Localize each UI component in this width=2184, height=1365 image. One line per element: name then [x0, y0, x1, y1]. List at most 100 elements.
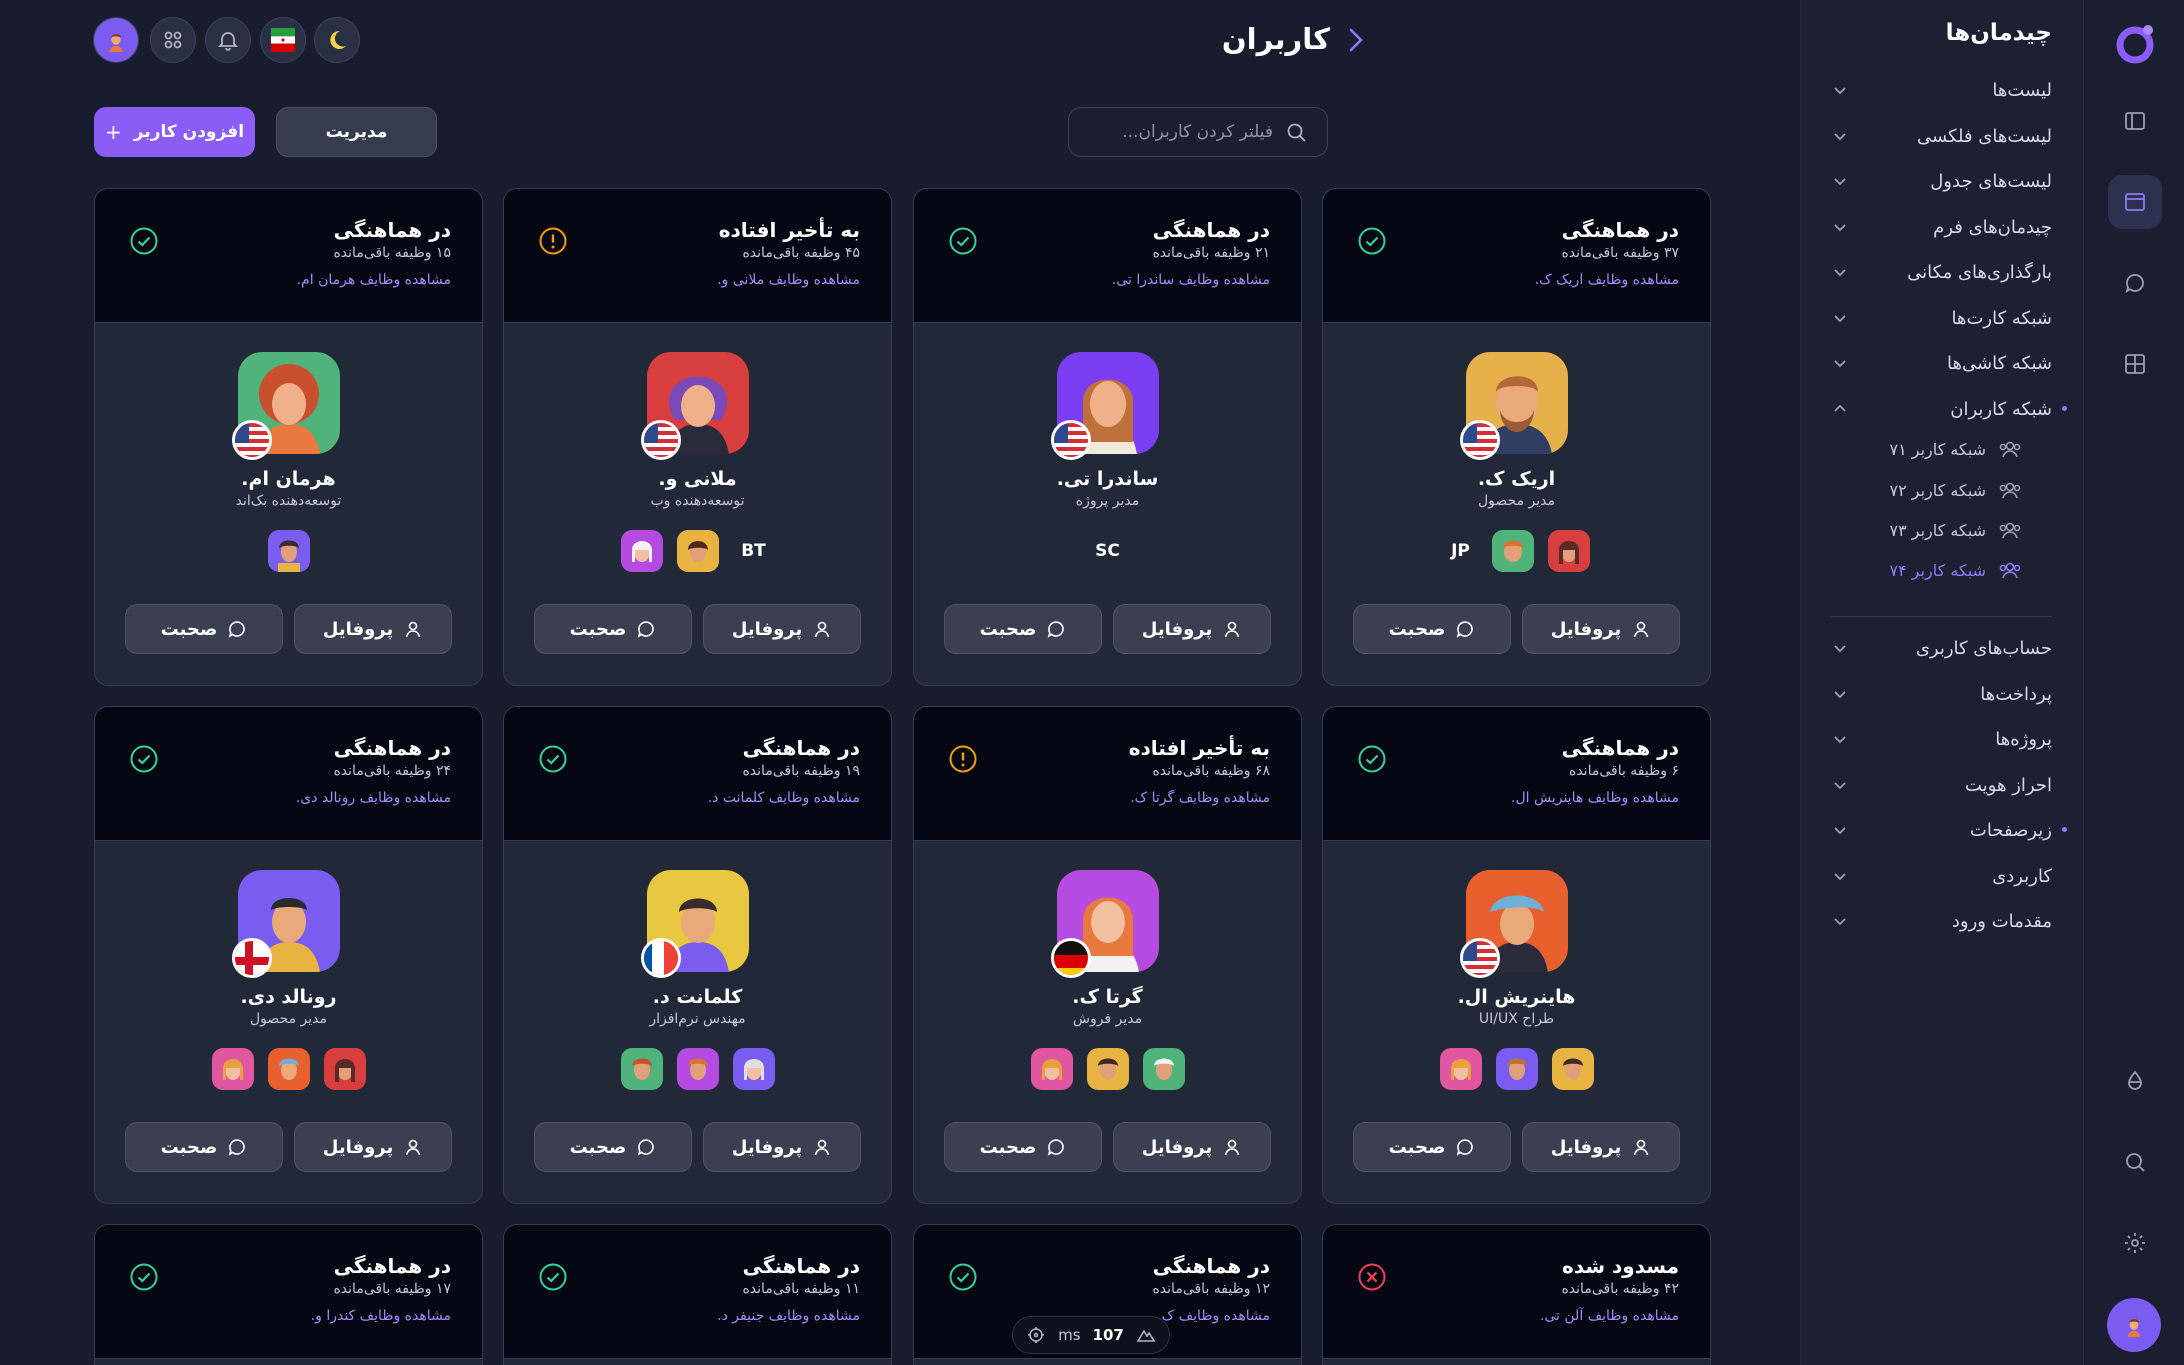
team-avatar[interactable] [1439, 1048, 1482, 1090]
sidebar-item-label: پرداخت‌ها [1980, 683, 2052, 705]
team-avatar[interactable] [620, 1048, 663, 1090]
chat-label: صحبت [569, 618, 627, 640]
avatar [1051, 352, 1159, 460]
profile-button[interactable]: پروفایل [1113, 1122, 1271, 1172]
add-user-button[interactable]: افزودن کاربر + [94, 107, 255, 157]
chat-button[interactable]: صحبت [125, 604, 283, 654]
status-title: در هماهنگی [1152, 1254, 1270, 1278]
team-avatar[interactable] [1547, 530, 1590, 572]
sidebar-item-payments[interactable]: پرداخت‌ها [1831, 678, 2052, 710]
nuxt-logo-icon[interactable] [1136, 1325, 1156, 1345]
sidebar-subitem-user-grid-73[interactable]: شبکه کاربر ۷۳ [1889, 516, 2022, 544]
search-box[interactable] [1068, 107, 1328, 157]
profile-button[interactable]: پروفایل [1522, 604, 1680, 654]
sidebar-item-lists[interactable]: لیست‌ها [1831, 74, 2052, 106]
chat-label: صحبت [979, 1136, 1037, 1158]
team-avatar[interactable] [323, 1048, 366, 1090]
sidebar-item-utility[interactable]: کاربردی [1831, 860, 2052, 892]
team-avatar[interactable] [1495, 1048, 1538, 1090]
drop-icon[interactable] [2108, 1054, 2162, 1108]
sidebar-subitem-user-grid-74[interactable]: شبکه کاربر ۷۴ [1889, 556, 2022, 584]
profile-button[interactable]: پروفایل [1522, 1122, 1680, 1172]
view-tasks-link[interactable]: مشاهده وظایف اریک ک. [1535, 272, 1679, 288]
grid-icon[interactable] [2108, 337, 2162, 391]
sidebar-item-placeholders[interactable]: بارگذاری‌های مکانی [1831, 256, 2052, 288]
manage-button[interactable]: مدیریت [276, 107, 437, 157]
sidebar-item-form-layouts[interactable]: چیدمان‌های فرم [1831, 211, 2052, 243]
profile-button[interactable]: پروفایل [703, 604, 861, 654]
team-avatar[interactable] [1086, 1048, 1129, 1090]
check-circle-icon [539, 1263, 567, 1291]
sidebar-item-accounts[interactable]: حساب‌های کاربری [1831, 632, 2052, 664]
sidebar-subitem-user-grid-71[interactable]: شبکه کاربر ۷۱ [1889, 435, 2022, 463]
team-avatar[interactable] [267, 530, 310, 572]
team-avatar[interactable] [676, 1048, 719, 1090]
chevron-right-icon[interactable] [1345, 26, 1367, 54]
team-avatar[interactable] [1551, 1048, 1594, 1090]
view-tasks-link[interactable]: مشاهده وظایف ساندرا تی. [1112, 272, 1270, 288]
team-avatar[interactable] [732, 1048, 775, 1090]
team-avatar[interactable] [621, 530, 664, 572]
profile-button[interactable]: پروفایل [703, 1122, 861, 1172]
chat-icon[interactable] [2108, 256, 2162, 310]
user-card: در هماهنگی ۶ وظیفه باقی‌مانده مشاهده وظا… [1322, 706, 1711, 1204]
chat-button[interactable]: صحبت [1353, 1122, 1511, 1172]
sidebar-item-onboarding[interactable]: مقدمات ورود [1831, 905, 2052, 937]
card-header: در هماهنگی ۲۱ وظیفه باقی‌مانده مشاهده وظ… [914, 189, 1301, 323]
crosshair-icon[interactable] [1026, 1325, 1046, 1345]
iran-flag-icon [271, 28, 295, 52]
team-avatar[interactable] [1491, 530, 1534, 572]
view-tasks-link[interactable]: مشاهده وظایف هرمان ام. [297, 272, 451, 288]
settings-gear-icon[interactable] [2108, 1216, 2162, 1270]
team-avatar[interactable] [1030, 1048, 1073, 1090]
team-avatar[interactable] [1142, 1048, 1185, 1090]
view-tasks-link[interactable]: مشاهده وظایف آلن تی. [1540, 1308, 1679, 1324]
search-input[interactable] [1089, 122, 1273, 142]
user-card: در هماهنگی ۲۴ وظیفه باقی‌مانده مشاهده وظ… [94, 706, 483, 1204]
profile-button[interactable]: پروفایل [294, 1122, 452, 1172]
user-avatar[interactable] [2107, 1298, 2161, 1352]
view-tasks-link[interactable]: مشاهده وظایف رونالد دی. [296, 790, 451, 806]
layouts-active-icon[interactable] [2108, 175, 2162, 229]
chat-button[interactable]: صحبت [534, 604, 692, 654]
view-tasks-link[interactable]: مشاهده وظایف کندرا و. [311, 1308, 451, 1324]
sidebar-item-projects[interactable]: پروژه‌ها [1831, 723, 2052, 755]
chevron-down-icon [1834, 736, 1846, 744]
chat-button[interactable]: صحبت [125, 1122, 283, 1172]
team-avatar[interactable] [267, 1048, 310, 1090]
view-tasks-link[interactable]: مشاهده وظایف ک... [1148, 1308, 1270, 1324]
card-header: در هماهنگی ۱۷ وظیفه باقی‌مانده مشاهده وظ… [95, 1225, 482, 1359]
perf-overlay[interactable]: ms 107 [1012, 1316, 1170, 1354]
chat-button[interactable]: صحبت [944, 604, 1102, 654]
language-flag-button[interactable] [260, 17, 306, 63]
search-icon[interactable] [2108, 1135, 2162, 1189]
sidebar-item-label: شبکه کاشی‌ها [1947, 352, 2052, 374]
sidebar-item-auth[interactable]: احراز هویت [1831, 769, 2052, 801]
profile-button[interactable]: پروفایل [1113, 604, 1271, 654]
notifications-button[interactable] [205, 17, 251, 63]
chat-button[interactable]: صحبت [534, 1122, 692, 1172]
team-avatar[interactable] [677, 530, 720, 572]
apps-button[interactable] [150, 17, 196, 63]
chat-button[interactable]: صحبت [944, 1122, 1102, 1172]
view-tasks-link[interactable]: مشاهده وظایف جنیفر د. [717, 1308, 860, 1324]
chat-button[interactable]: صحبت [1353, 604, 1511, 654]
layout-icon[interactable] [2108, 94, 2162, 148]
view-tasks-link[interactable]: مشاهده وظایف ملانی و. [717, 272, 860, 288]
sidebar-item-card-grid[interactable]: شبکه کارت‌ها [1831, 302, 2052, 334]
view-tasks-link[interactable]: مشاهده وظایف کلمانت د. [708, 790, 860, 806]
team-avatar[interactable] [211, 1048, 254, 1090]
sidebar-item-subpages[interactable]: زیرصفحات [1831, 814, 2067, 846]
profile-avatar-button[interactable] [93, 17, 139, 63]
view-tasks-link[interactable]: مشاهده وظایف هاینریش ال. [1511, 790, 1679, 806]
theme-toggle-button[interactable] [314, 17, 360, 63]
view-tasks-link[interactable]: مشاهده وظایف گرتا ک. [1130, 790, 1270, 806]
app-logo-icon[interactable] [2112, 20, 2158, 66]
sidebar-item-tile-grid[interactable]: شبکه کاشی‌ها [1831, 347, 2052, 379]
sidebar-item-user-grid[interactable]: شبکه کاربران [1831, 393, 2067, 425]
check-circle-icon [539, 745, 567, 773]
sidebar-subitem-user-grid-72[interactable]: شبکه کاربر ۷۲ [1889, 476, 2022, 504]
sidebar-item-flex-lists[interactable]: لیست‌های فلکسی [1831, 120, 2052, 152]
profile-button[interactable]: پروفایل [294, 604, 452, 654]
sidebar-item-table-lists[interactable]: لیست‌های جدول [1831, 165, 2052, 197]
